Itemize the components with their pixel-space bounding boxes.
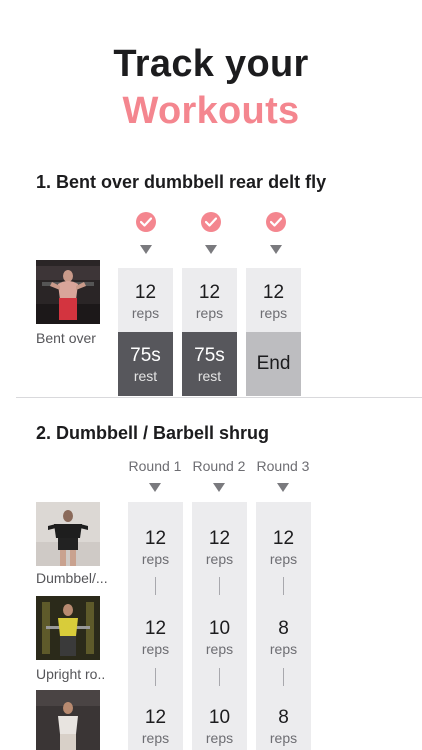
reps-value: 12: [144, 528, 167, 549]
round-cell[interactable]: 8 reps: [256, 618, 311, 658]
reps-unit: reps: [269, 641, 298, 657]
rest-value: 75s: [130, 345, 161, 366]
reps-value: 8: [278, 618, 289, 639]
reps-value: 12: [144, 707, 167, 728]
triangle-down-icon: [213, 483, 225, 492]
round-cell[interactable]: 10 reps: [192, 707, 247, 747]
reps-value: 12: [198, 282, 221, 303]
rest-value: 75s: [194, 345, 225, 366]
exercise-thumbnail-caption: Dumbbel/...: [36, 570, 108, 586]
round-cell[interactable]: 12 reps: [192, 528, 247, 568]
reps-unit: reps: [195, 305, 224, 321]
reps-cell[interactable]: 12 reps: [246, 268, 301, 332]
row-separator: [283, 577, 284, 595]
round-cell[interactable]: 12 reps: [256, 528, 311, 568]
round-column[interactable]: 12 reps 12 reps 12 reps: [128, 502, 183, 750]
reps-value: 12: [272, 528, 295, 549]
reps-value: 12: [144, 618, 167, 639]
reps-value: 12: [134, 282, 157, 303]
round-cell[interactable]: 8 reps: [256, 707, 311, 747]
triangle-down-icon: [277, 483, 289, 492]
row-separator: [283, 668, 284, 686]
check-circle-icon[interactable]: [136, 212, 156, 232]
reps-value: 12: [208, 528, 231, 549]
reps-unit: reps: [141, 730, 170, 746]
reps-value: 10: [208, 618, 231, 639]
exercise-thumbnail[interactable]: [36, 690, 100, 750]
round-column[interactable]: 12 reps 8 reps 8 reps: [256, 502, 311, 750]
reps-unit: reps: [131, 305, 160, 321]
rest-cell[interactable]: 75s rest: [118, 332, 173, 396]
row-separator: [155, 668, 156, 686]
reps-cell[interactable]: 12 reps: [182, 268, 237, 332]
exercise-thumbnail[interactable]: [36, 596, 100, 660]
exercise-2-title: 2. Dumbbell / Barbell shrug: [36, 423, 270, 443]
reps-unit: reps: [205, 551, 234, 567]
reps-unit: reps: [141, 551, 170, 567]
triangle-down-icon: [140, 245, 152, 254]
round-column[interactable]: 12 reps 10 reps 10 reps: [192, 502, 247, 750]
reps-unit: reps: [141, 641, 170, 657]
row-separator: [219, 668, 220, 686]
exercise-thumbnail-caption: Upright ro..: [36, 666, 106, 682]
reps-unit: reps: [269, 730, 298, 746]
set-column[interactable]: 12 reps End: [246, 268, 301, 396]
section-divider: [16, 397, 422, 398]
triangle-down-icon: [205, 245, 217, 254]
set-column[interactable]: 12 reps 75s rest: [118, 268, 173, 396]
check-circle-icon[interactable]: [266, 212, 286, 232]
round-cell[interactable]: 12 reps: [128, 707, 183, 747]
end-cell[interactable]: End: [246, 332, 301, 396]
exercise-thumbnail[interactable]: [36, 502, 100, 566]
round-cell[interactable]: 12 reps: [128, 618, 183, 658]
reps-unit: reps: [269, 551, 298, 567]
reps-unit: reps: [259, 305, 288, 321]
triangle-down-icon: [270, 245, 282, 254]
row-separator: [155, 577, 156, 595]
exercise-1-title: 1. Bent over dumbbell rear delt fly: [36, 172, 327, 192]
check-circle-icon[interactable]: [201, 212, 221, 232]
round-cell[interactable]: 10 reps: [192, 618, 247, 658]
round-cell[interactable]: 12 reps: [128, 528, 183, 568]
rest-unit: rest: [197, 368, 222, 384]
reps-unit: reps: [205, 730, 234, 746]
reps-value: 12: [262, 282, 285, 303]
hero-title-line2: Workouts: [122, 90, 300, 132]
round-label: Round 1: [128, 458, 182, 474]
reps-value: 8: [278, 707, 289, 728]
set-column[interactable]: 12 reps 75s rest: [182, 268, 237, 396]
hero-header: Track your Workouts: [0, 40, 422, 134]
round-label: Round 3: [256, 458, 310, 474]
rest-unit: rest: [133, 368, 158, 384]
reps-unit: reps: [205, 641, 234, 657]
exercise-thumbnail-caption: Bent over: [36, 330, 96, 346]
exercise-thumbnail[interactable]: [36, 260, 100, 324]
rest-cell[interactable]: 75s rest: [182, 332, 237, 396]
hero-title-line1: Track your: [113, 43, 309, 85]
row-separator: [219, 577, 220, 595]
triangle-down-icon: [149, 483, 161, 492]
reps-cell[interactable]: 12 reps: [118, 268, 173, 332]
round-label: Round 2: [192, 458, 246, 474]
reps-value: 10: [208, 707, 231, 728]
